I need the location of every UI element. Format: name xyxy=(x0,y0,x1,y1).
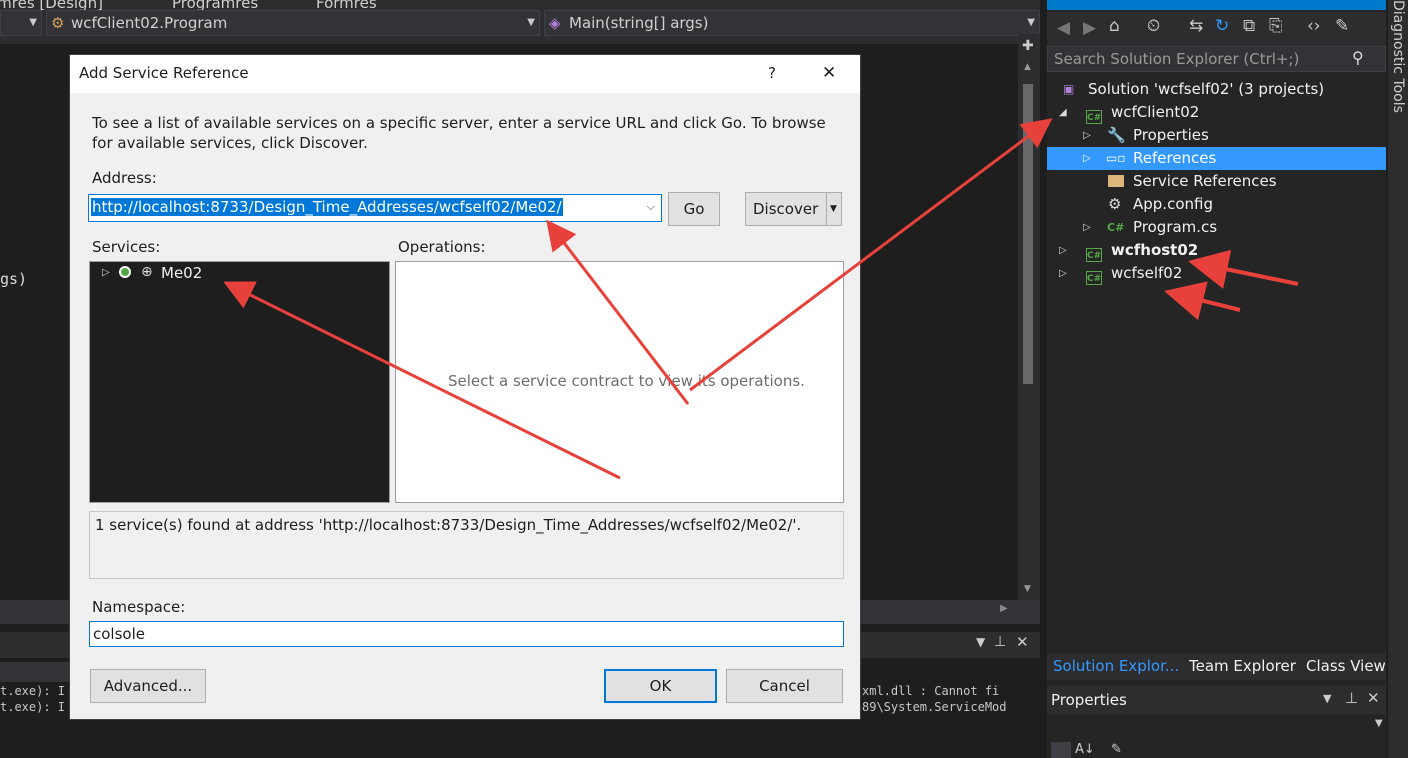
annotation-arrow xyxy=(1188,249,1299,289)
annotation-overlay xyxy=(223,118,1299,480)
annotation-arrow xyxy=(689,118,1053,392)
annotation-arrow xyxy=(546,219,690,405)
annotation-arrow xyxy=(1164,281,1241,321)
annotation-arrow xyxy=(223,281,621,480)
